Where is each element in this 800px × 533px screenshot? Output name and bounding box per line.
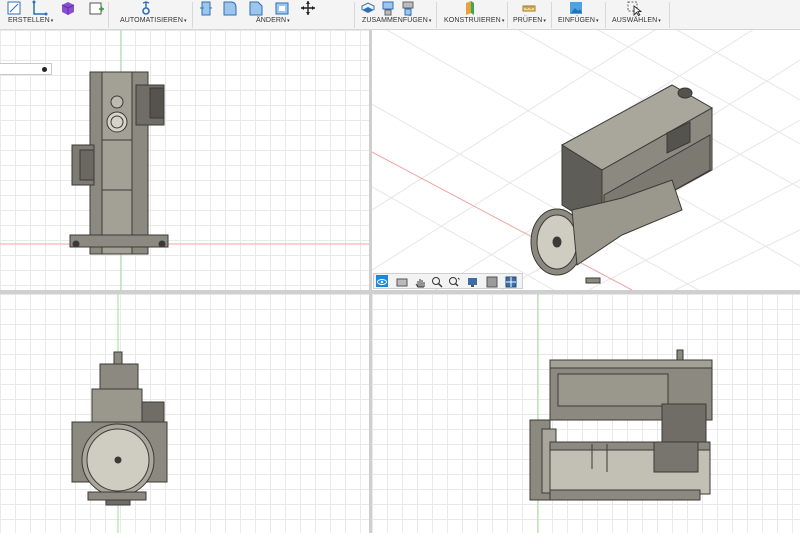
zoom-window-icon[interactable]: [448, 275, 460, 287]
toolbar-label-inspect[interactable]: PRÜFEN▾: [513, 17, 546, 24]
shell-icon[interactable]: [274, 0, 290, 16]
viewport-home[interactable]: [372, 30, 800, 290]
select-icon[interactable]: [626, 0, 642, 16]
toolbar-group-construct[interactable]: KONSTRUIEREN▾: [442, 0, 504, 30]
viewport-divider-horizontal[interactable]: [0, 290, 800, 294]
toolbar-separator: [551, 2, 552, 28]
toolbar-label-select[interactable]: AUSWÄHLEN▾: [612, 17, 661, 24]
fillet-icon[interactable]: [222, 0, 238, 16]
toolbar-label-insert[interactable]: EINFÜGEN▾: [558, 17, 599, 24]
toolbar-group-automate[interactable]: AUTOMATISIEREN▾: [116, 0, 190, 30]
move-icon[interactable]: [300, 0, 316, 16]
pan-icon[interactable]: [414, 275, 426, 288]
viewport-right-canvas: [529, 294, 713, 533]
toolbar-group-insert[interactable]: EINFÜGEN▾: [556, 0, 604, 30]
navigation-bar: [373, 273, 523, 289]
component-icon[interactable]: [360, 0, 376, 16]
toolbar-group-select[interactable]: AUSWÄHLEN▾: [610, 0, 666, 30]
engine-model-front-view[interactable]: [71, 351, 168, 506]
viewport-right[interactable]: [372, 294, 800, 533]
viewport-divider-vertical[interactable]: [369, 30, 372, 533]
toolbar-group-create[interactable]: ERSTELLEN▾: [4, 0, 104, 30]
box-icon[interactable]: [60, 0, 76, 16]
toolbar-separator: [507, 2, 508, 28]
viewports-icon[interactable]: [505, 275, 517, 288]
measure-icon[interactable]: [521, 0, 537, 16]
zoom-icon[interactable]: [431, 275, 443, 288]
look-at-icon[interactable]: [396, 275, 408, 287]
browser-panel-collapsed[interactable]: [0, 63, 52, 75]
plane-icon[interactable]: [462, 0, 478, 16]
as-built-joint-icon[interactable]: [400, 0, 416, 16]
orbit-icon[interactable]: [376, 275, 388, 287]
press-pull-icon[interactable]: [198, 0, 214, 16]
toolbar: ERSTELLEN▾ AUTOMATISIEREN▾ ÄNDERN▾ ZUSAM…: [0, 0, 800, 30]
viewport-home-canvas: [372, 30, 800, 290]
viewport-top[interactable]: [0, 30, 369, 290]
grid-settings-icon[interactable]: [486, 275, 498, 288]
create-form-icon[interactable]: [88, 0, 104, 16]
browser-toggle-dot[interactable]: [42, 67, 47, 72]
toolbar-separator: [192, 2, 193, 28]
automate-icon[interactable]: [138, 0, 154, 16]
toolbar-label-create[interactable]: ERSTELLEN▾: [8, 17, 53, 24]
toolbar-separator: [354, 2, 355, 28]
toolbar-label-assemble[interactable]: ZUSAMMENFÜGEN▾: [362, 17, 431, 24]
engine-model-iso-view[interactable]: [530, 84, 714, 284]
toolbar-group-assemble[interactable]: ZUSAMMENFÜGEN▾: [358, 0, 432, 30]
toolbar-separator: [108, 2, 109, 28]
chamfer-icon[interactable]: [248, 0, 264, 16]
viewport-top-canvas: [0, 30, 369, 290]
line-icon[interactable]: [32, 0, 48, 16]
insert-image-icon[interactable]: [568, 0, 584, 16]
toolbar-group-modify[interactable]: ÄNDERN▾: [196, 0, 326, 30]
toolbar-separator: [436, 2, 437, 28]
viewport-front[interactable]: [0, 294, 369, 533]
toolbar-separator: [605, 2, 606, 28]
engine-model-side-view[interactable]: [529, 349, 713, 501]
toolbar-separator: [669, 2, 670, 28]
viewport-front-canvas: [71, 294, 168, 533]
toolbar-label-construct[interactable]: KONSTRUIEREN▾: [444, 17, 504, 24]
display-settings-icon[interactable]: [467, 275, 479, 287]
toolbar-label-modify[interactable]: ÄNDERN▾: [256, 17, 290, 24]
joint-icon[interactable]: [380, 0, 396, 16]
engine-model-top-view[interactable]: [69, 71, 169, 255]
toolbar-label-automate[interactable]: AUTOMATISIEREN▾: [120, 17, 187, 24]
sketch-icon[interactable]: [6, 0, 22, 16]
toolbar-group-inspect[interactable]: PRÜFEN▾: [511, 0, 551, 30]
